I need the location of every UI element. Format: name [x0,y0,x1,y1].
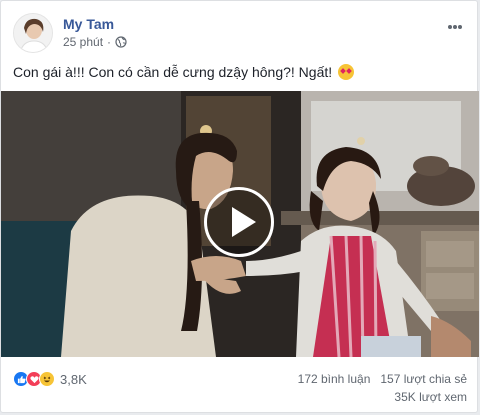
more-dots-icon[interactable] [447,17,463,35]
heart-eyes-emoji [338,64,355,80]
author-avatar[interactable] [13,13,53,53]
meta-separator: · [107,35,112,49]
globe-icon[interactable] [115,36,127,48]
post-header: My Tam 25 phút · [13,13,467,53]
post-card: My Tam 25 phút · Con gái à!!! Con có cần… [0,0,479,413]
play-icon[interactable] [204,187,274,257]
author-name[interactable]: My Tam [63,16,114,32]
post-message-text: Con gái à!!! Con có cần dễ cưng dzậy hôn… [13,64,333,80]
comments-count[interactable]: 172 bình luận [298,372,371,386]
shares-count[interactable]: 157 lượt chia sẻ [380,372,467,386]
post-meta: 25 phút · [63,35,127,49]
haha-icon [39,371,55,387]
post-footer: 3,8K 172 bình luận 157 lượt chia sẻ 35K … [13,363,467,407]
post-timestamp[interactable]: 25 phút [63,35,103,49]
reactions-summary[interactable]: 3,8K [13,371,87,387]
views-count: 35K lượt xem [394,390,467,404]
engagement-stats: 172 bình luận 157 lượt chia sẻ [298,372,467,386]
post-message: Con gái à!!! Con có cần dễ cưng dzậy hôn… [13,63,467,82]
reaction-count[interactable]: 3,8K [60,372,87,387]
video-player[interactable] [1,91,479,357]
